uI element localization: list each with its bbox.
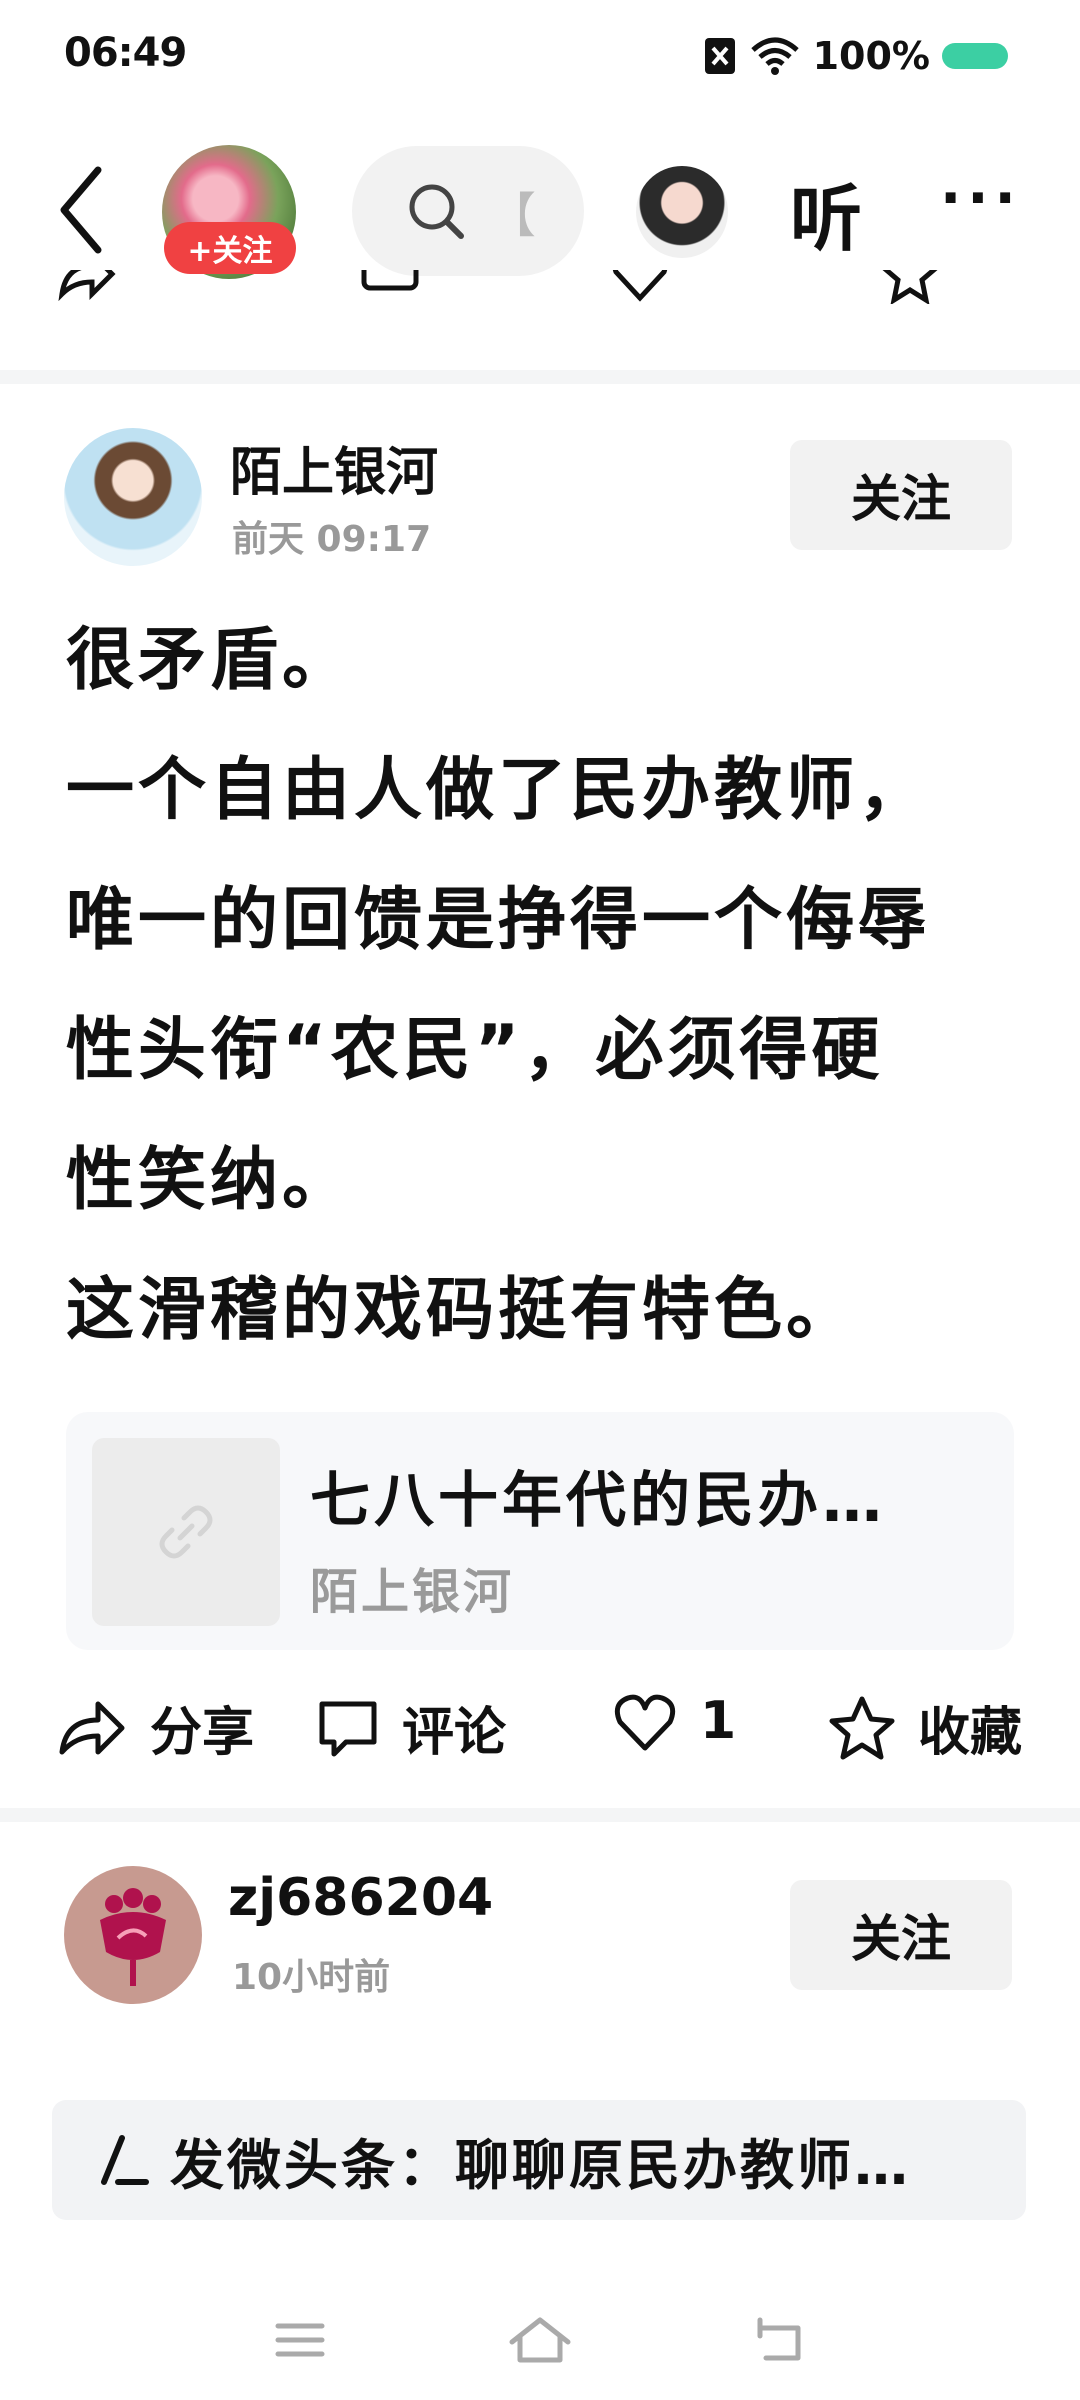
previous-post-actions xyxy=(0,270,1080,310)
post-author-name[interactable]: 陌上银河 xyxy=(230,430,438,505)
status-icons: 100% xyxy=(703,34,1008,78)
compose-bar[interactable]: 发微头条：聊聊原民办教师… xyxy=(52,2100,1026,2220)
comment-button[interactable]: 评论 xyxy=(316,1690,506,1765)
post-line: 性笑纳。 xyxy=(66,1141,355,1220)
post-line: 很矛盾。 xyxy=(66,621,355,700)
post-author-name[interactable]: zj686204 xyxy=(228,1868,493,1928)
post-line: 一个自由人做了民办教师， xyxy=(66,751,931,830)
post-time: 前天 09:17 xyxy=(232,519,432,560)
home-icon[interactable] xyxy=(500,2310,580,2370)
search-box[interactable]: 【 xyxy=(352,146,584,276)
favorite-label: 收藏 xyxy=(918,1703,1023,1763)
star-icon xyxy=(829,1696,895,1759)
favorite-icon xyxy=(882,270,938,304)
listen-button[interactable]: 听 xyxy=(790,160,862,265)
sim-off-icon xyxy=(704,38,735,74)
share-label: 分享 xyxy=(150,1703,255,1763)
like-button[interactable]: 1 xyxy=(612,1690,736,1752)
compose-text: 发微头条：聊聊原民办教师… xyxy=(170,2133,911,2197)
section-divider xyxy=(0,370,1080,384)
share-icon xyxy=(59,1701,125,1754)
user-avatar[interactable] xyxy=(636,166,728,258)
follow-button[interactable]: 关注 xyxy=(790,1880,1012,1990)
comment-icon xyxy=(361,270,419,291)
wifi-icon xyxy=(750,37,799,75)
pen-icon xyxy=(101,2135,149,2185)
share-icon xyxy=(58,270,116,302)
post-author-avatar[interactable] xyxy=(64,428,202,566)
more-button[interactable]: ··· xyxy=(940,166,1022,231)
search-icon xyxy=(409,184,464,239)
flower-avatar-image xyxy=(100,1888,166,1986)
back-icon[interactable] xyxy=(52,160,112,260)
follow-pill-button[interactable]: +关注 xyxy=(164,222,296,274)
link-author: 陌上银河 xyxy=(310,1564,515,1620)
back-nav-icon[interactable] xyxy=(740,2310,820,2370)
post-line: 这滑稽的戏码挺有特色。 xyxy=(66,1271,859,1350)
status-time: 06:49 xyxy=(64,30,187,76)
like-icon xyxy=(612,270,668,302)
link-icon xyxy=(159,1505,213,1559)
post-author-avatar[interactable] xyxy=(64,1866,202,2004)
comment-icon xyxy=(319,1701,377,1756)
post-body[interactable]: 很矛盾。 一个自由人做了民办教师， 唯一的回馈是挣得一个侮辱 性头衔“农民”，必… xyxy=(66,596,1026,1376)
like-count: 1 xyxy=(700,1691,737,1751)
post-line: 唯一的回馈是挣得一个侮辱 xyxy=(66,881,931,960)
menu-icon[interactable] xyxy=(260,2310,340,2370)
link-thumbnail xyxy=(92,1438,280,1626)
section-divider xyxy=(0,1808,1080,1822)
link-card[interactable]: 七八十年代的民办… 陌上银河 xyxy=(66,1412,1014,1650)
comment-label: 评论 xyxy=(402,1703,507,1763)
like-icon xyxy=(614,1694,676,1751)
link-title: 七八十年代的民办… xyxy=(310,1466,886,1536)
share-button[interactable]: 分享 xyxy=(56,1690,254,1765)
battery-icon xyxy=(942,43,1008,69)
post-time: 10小时前 xyxy=(232,1957,391,1998)
battery-percent: 100% xyxy=(812,34,930,78)
follow-button[interactable]: 关注 xyxy=(790,440,1012,550)
favorite-button[interactable]: 收藏 xyxy=(828,1690,1022,1765)
post-line: 性头衔“农民”，必须得硬 xyxy=(66,1011,884,1090)
search-hint: 【 xyxy=(488,188,537,244)
